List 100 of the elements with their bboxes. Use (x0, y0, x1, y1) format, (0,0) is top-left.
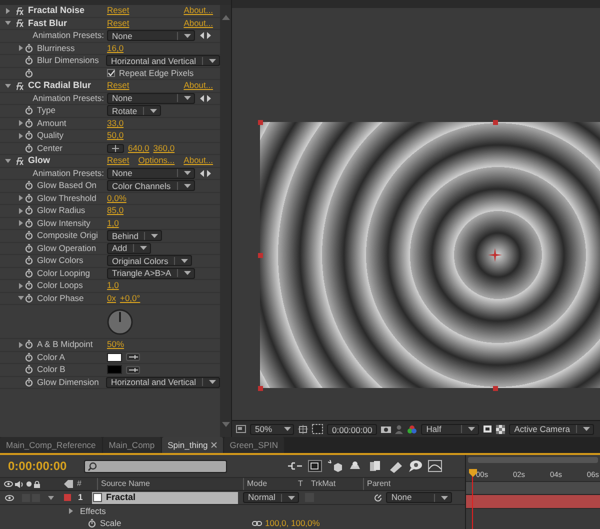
dropdown[interactable]: None (107, 92, 195, 104)
stopwatch-icon[interactable] (25, 56, 33, 66)
eyedropper-button[interactable] (126, 353, 140, 362)
layer-handle[interactable] (258, 253, 263, 258)
stopwatch-icon[interactable] (25, 218, 33, 228)
stopwatch-icon[interactable] (25, 268, 33, 278)
link-icon[interactable] (252, 520, 262, 526)
dropdown[interactable]: Half (421, 424, 480, 434)
column-header[interactable]: Parent (363, 478, 453, 490)
twirl-icon[interactable] (68, 508, 74, 514)
checkbox[interactable] (107, 69, 115, 78)
timecode-field[interactable]: 0:00:00:00 (327, 424, 378, 434)
dropdown[interactable]: Add (107, 242, 152, 254)
value-field[interactable]: 100,0, 100,0% (265, 516, 320, 529)
twirl-icon[interactable] (18, 295, 24, 302)
eye-icon[interactable] (4, 481, 13, 488)
twirl-icon[interactable] (18, 195, 24, 202)
layer-handle[interactable] (493, 120, 498, 125)
mask-outline-icon[interactable] (312, 424, 323, 434)
angle-dial[interactable] (107, 308, 133, 334)
link[interactable]: About... (184, 16, 213, 30)
graph-editor-icon[interactable] (428, 460, 442, 473)
layer-handle[interactable] (258, 386, 263, 391)
stopwatch-icon[interactable] (25, 244, 33, 253)
lock-icon[interactable] (34, 480, 40, 488)
eraser-icon[interactable] (388, 460, 402, 473)
dropdown[interactable]: Horizontal and Vertical (106, 55, 220, 66)
twirl-icon[interactable] (18, 282, 24, 289)
cube-sparkle-icon[interactable] (328, 460, 342, 473)
stopwatch-icon[interactable] (25, 181, 33, 190)
current-time[interactable]: 0:00:00:00 (8, 457, 78, 476)
stopwatch-icon[interactable] (25, 68, 33, 78)
twirl-icon[interactable] (18, 132, 24, 139)
speaker-icon[interactable] (15, 480, 24, 488)
camera-icon[interactable] (381, 425, 392, 433)
twirl-icon[interactable] (18, 208, 24, 214)
checkerboard-icon[interactable] (496, 424, 506, 434)
value-field[interactable]: 0,0% (107, 192, 126, 205)
twirl-icon[interactable] (48, 494, 54, 501)
value-field[interactable]: 85,0 (107, 204, 124, 218)
dropdown[interactable]: Original Colors (107, 255, 192, 266)
twirl-icon[interactable] (5, 158, 11, 164)
link[interactable]: About... (184, 4, 213, 18)
keyframe-nav-icon[interactable] (200, 170, 211, 177)
tab[interactable]: Spin_thing (162, 437, 223, 453)
stopwatch-icon[interactable] (25, 44, 33, 53)
link[interactable]: Reset (107, 4, 130, 18)
twirl-icon[interactable] (5, 20, 11, 26)
keyframe-nav-icon[interactable] (200, 32, 211, 40)
value-field[interactable]: 16,0 (107, 42, 124, 55)
stopwatch-icon[interactable] (25, 106, 33, 116)
monitor-icon[interactable] (236, 425, 246, 433)
column-header[interactable]: Mode (243, 478, 298, 490)
stopwatch-icon[interactable] (25, 144, 33, 153)
link[interactable]: Reset (107, 79, 130, 92)
value-field[interactable]: 360,0 (153, 142, 175, 155)
label-tag-icon[interactable] (64, 480, 73, 488)
label-color-swatch[interactable] (64, 494, 71, 502)
search-field[interactable] (84, 460, 227, 473)
stopwatch-icon[interactable] (25, 281, 33, 290)
column-header[interactable]: TrkMat (308, 478, 363, 490)
stopwatch-icon[interactable] (25, 340, 33, 350)
dropdown[interactable]: Active Camera (509, 424, 594, 434)
draft-3d-icon[interactable] (308, 460, 322, 473)
crosshair-button[interactable] (107, 144, 124, 153)
tab[interactable]: Green_SPIN (224, 437, 284, 453)
column-header[interactable]: # (77, 478, 97, 490)
layer-handle[interactable] (258, 120, 263, 125)
value-field[interactable]: 640,0 (128, 142, 150, 155)
stopwatch-icon[interactable] (25, 352, 33, 362)
close-icon[interactable] (210, 442, 217, 448)
twirl-icon[interactable] (18, 220, 24, 226)
dropdown[interactable]: Normal (243, 492, 300, 504)
value-field[interactable]: 50,0 (107, 129, 124, 142)
stopwatch-icon[interactable] (25, 206, 33, 216)
stopwatch-icon[interactable] (25, 365, 33, 374)
dropdown[interactable]: Triangle A>B>A (107, 268, 196, 279)
link[interactable]: Options... (138, 154, 175, 168)
dropdown[interactable]: None (107, 168, 195, 179)
dropdown[interactable]: Horizontal and Vertical (106, 376, 220, 388)
dropdown[interactable]: Rotate (107, 105, 162, 116)
person-icon[interactable] (395, 424, 404, 434)
stopwatch-icon[interactable] (25, 118, 33, 128)
twirl-icon[interactable] (18, 45, 24, 52)
stopwatch-icon[interactable] (25, 131, 33, 140)
pick-whip-icon[interactable] (374, 494, 382, 502)
keyframe-nav-icon[interactable] (200, 94, 211, 102)
graph-bubble-icon[interactable] (408, 460, 422, 473)
anchor-point-icon[interactable] (488, 248, 502, 262)
layer-name-field[interactable]: Fractal (92, 492, 238, 504)
color-channels-icon[interactable] (407, 424, 418, 434)
color-swatch[interactable] (107, 365, 122, 374)
region-icon[interactable] (298, 424, 308, 434)
solo-dot-icon[interactable] (26, 481, 32, 488)
twirl-icon[interactable] (18, 342, 24, 348)
value-field[interactable]: 1,0 (107, 216, 119, 230)
value-field[interactable]: 33,0 (107, 116, 124, 130)
stopwatch-icon[interactable] (25, 294, 33, 303)
dropdown[interactable]: Behind (107, 230, 162, 242)
link[interactable]: Reset (107, 16, 130, 30)
